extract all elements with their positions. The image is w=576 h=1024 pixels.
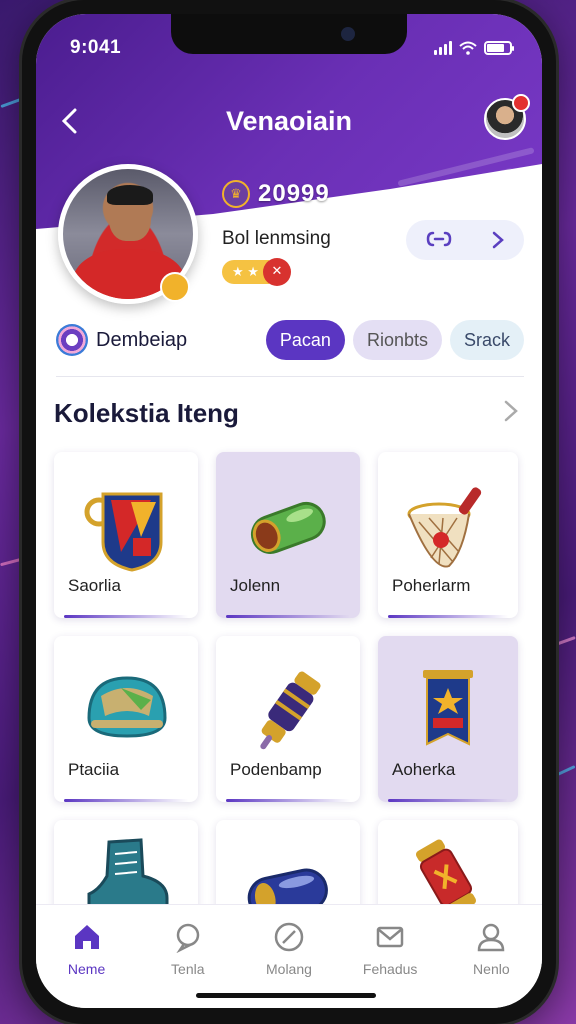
player-name: Bol lenmsing — [222, 228, 331, 249]
tab-rionbts[interactable]: Rionbts — [352, 320, 442, 360]
app-screen: 9:041 Venaoiain ♛ 20999 Bol lenmsing ★ ★… — [36, 14, 542, 1008]
net-basket-icon — [407, 487, 482, 568]
collection-card[interactable]: Podenbamp — [216, 636, 360, 802]
status-bar: 9:041 — [70, 36, 514, 60]
filter-tabs: Dembeiap Pacan Rionbts Srack — [56, 318, 524, 362]
chevron-right-icon — [492, 231, 504, 249]
crossed-tools-icon: ✕ — [262, 258, 291, 286]
status-time: 9:041 — [70, 37, 122, 58]
nav-home[interactable]: Neme — [47, 921, 127, 1008]
link-icon — [426, 231, 451, 247]
item-label: Poherlarm — [392, 576, 471, 595]
top-bar: Venaoiain — [36, 92, 542, 152]
nav-label: Nenlo — [473, 961, 510, 977]
item-label: Ptaciia — [68, 760, 120, 779]
score-row: ♛ 20999 — [222, 180, 330, 208]
level-badge — [160, 272, 190, 302]
nav-label: Fehadus — [362, 961, 418, 977]
page-title: Venaoiain — [225, 106, 353, 136]
item-label: Saorlia — [68, 576, 121, 595]
scroll-icon — [260, 671, 321, 750]
header-stripe — [397, 147, 535, 187]
tabs-label: Dembeiap — [96, 328, 188, 351]
chevron-right-icon — [504, 400, 518, 422]
collection-card[interactable]: Saorlia — [54, 452, 198, 618]
crest-icon — [84, 492, 163, 572]
tab-pacan[interactable]: Pacan — [265, 320, 345, 360]
item-label: Aoherka — [392, 760, 456, 779]
divider — [56, 376, 524, 377]
nav-label: Molang — [266, 961, 312, 977]
signal-icon — [434, 41, 452, 55]
collection-card[interactable]: Aoherka — [378, 636, 518, 802]
collection-card[interactable]: Ptaciia — [54, 636, 198, 802]
status-icons — [434, 41, 514, 55]
home-icon — [74, 925, 99, 949]
item-label: Podenbamp — [230, 760, 322, 779]
nav-label: Neme — [67, 961, 106, 977]
section-more-button[interactable] — [502, 398, 520, 431]
compass-icon — [274, 922, 304, 952]
stars-rating: ★ ★ — [222, 260, 269, 284]
rank-pills: ★ ★ ✕ — [222, 258, 291, 286]
trophy-icon: ♛ — [222, 180, 250, 208]
wifi-icon — [459, 41, 477, 55]
chat-icon — [176, 923, 200, 953]
nav-label: Tenla — [171, 961, 205, 977]
section-title: Kolekstia Iteng — [54, 398, 239, 428]
green-gem-icon — [250, 501, 326, 554]
mail-icon — [376, 926, 404, 948]
banner-icon — [423, 670, 473, 746]
score-value: 20999 — [258, 180, 330, 207]
item-label: Jolenn — [230, 576, 281, 595]
user-icon — [478, 923, 505, 952]
phone-frame: 9:041 Venaoiain ♛ 20999 Bol lenmsing ★ ★… — [22, 0, 556, 1024]
gear-icon — [56, 324, 88, 356]
notification-badge — [512, 94, 530, 112]
home-indicator[interactable] — [196, 993, 376, 998]
helmet-icon — [87, 676, 167, 738]
tabs-heading: Dembeiap — [56, 324, 187, 356]
collection-card[interactable]: Jolenn — [216, 452, 360, 618]
nav-profile[interactable]: Nenlo — [451, 921, 531, 1008]
profile-action-button[interactable] — [406, 220, 524, 260]
tab-srack[interactable]: Srack — [449, 320, 524, 360]
battery-icon — [484, 41, 514, 55]
collection-card[interactable]: Poherlarm — [378, 452, 518, 618]
